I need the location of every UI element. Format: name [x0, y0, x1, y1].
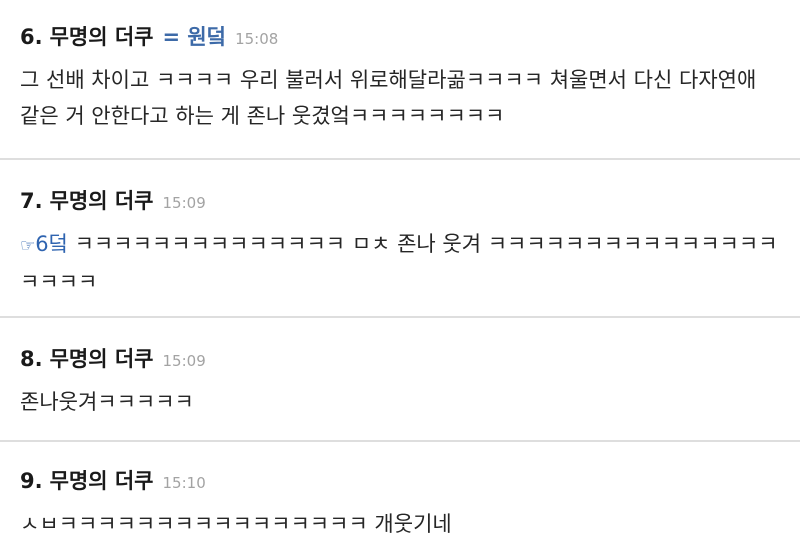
comment-text: 존나웃겨ㅋㅋㅋㅋㅋ — [20, 390, 194, 414]
comment-item: 6. 무명의 더쿠 = 원덬 15:08 그 선배 차이고 ㅋㅋㅋㅋ 우리 불러… — [0, 0, 800, 160]
original-poster-badge: = 원덬 — [162, 25, 227, 49]
comment-time: 15:09 — [162, 194, 206, 212]
comment-time: 15:08 — [235, 30, 279, 48]
comment-time: 15:09 — [162, 352, 206, 370]
comment-body: ☞6덬 ㅋㅋㅋㅋㅋㅋㅋㅋㅋㅋㅋㅋㅋㅋ ㅁㅊ 존나 웃겨 ㅋㅋㅋㅋㅋㅋㅋㅋㅋㅋㅋㅋ… — [20, 226, 780, 300]
comment-item: 7. 무명의 더쿠 15:09 ☞6덬 ㅋㅋㅋㅋㅋㅋㅋㅋㅋㅋㅋㅋㅋㅋ ㅁㅊ 존나… — [0, 160, 800, 318]
comment-header: 6. 무명의 더쿠 = 원덬 15:08 — [20, 20, 780, 54]
comment-header: 7. 무명의 더쿠 15:09 — [20, 184, 780, 218]
reply-reference-link[interactable]: ☞6덬 — [20, 232, 68, 256]
hand-pointing-right-icon: ☞ — [20, 236, 36, 256]
comment-text: ㅋㅋㅋㅋㅋㅋㅋㅋㅋㅋㅋㅋㅋㅋ ㅁㅊ 존나 웃겨 ㅋㅋㅋㅋㅋㅋㅋㅋㅋㅋㅋㅋㅋㅋㅋㅋ… — [20, 232, 778, 294]
reply-reference-label: 6덬 — [35, 232, 68, 256]
comment-header: 8. 무명의 더쿠 15:09 — [20, 342, 780, 376]
comment-number: 9. — [20, 469, 43, 493]
comment-header: 9. 무명의 더쿠 15:10 — [20, 464, 780, 498]
comment-author: 무명의 더쿠 — [49, 347, 154, 371]
comment-number: 7. — [20, 189, 43, 213]
comment-time: 15:10 — [162, 474, 206, 492]
comment-text: 그 선배 차이고 ㅋㅋㅋㅋ 우리 불러서 위로해달라곪ㅋㅋㅋㅋ 쳐울면서 다신 … — [20, 68, 757, 128]
comment-item: 8. 무명의 더쿠 15:09 존나웃겨ㅋㅋㅋㅋㅋ — [0, 318, 800, 442]
comment-text: ㅅㅂㅋㅋㅋㅋㅋㅋㅋㅋㅋㅋㅋㅋㅋㅋㅋㅋ 개웃기네 — [20, 512, 452, 536]
comment-item: 9. 무명의 더쿠 15:10 ㅅㅂㅋㅋㅋㅋㅋㅋㅋㅋㅋㅋㅋㅋㅋㅋㅋㅋ 개웃기네 — [0, 442, 800, 551]
comment-number: 8. — [20, 347, 43, 371]
comment-author: 무명의 더쿠 — [49, 189, 154, 213]
comment-number: 6. — [20, 25, 43, 49]
comment-thread: 6. 무명의 더쿠 = 원덬 15:08 그 선배 차이고 ㅋㅋㅋㅋ 우리 불러… — [0, 0, 800, 551]
comment-author: 무명의 더쿠 — [49, 25, 154, 49]
comment-author: 무명의 더쿠 — [49, 469, 154, 493]
